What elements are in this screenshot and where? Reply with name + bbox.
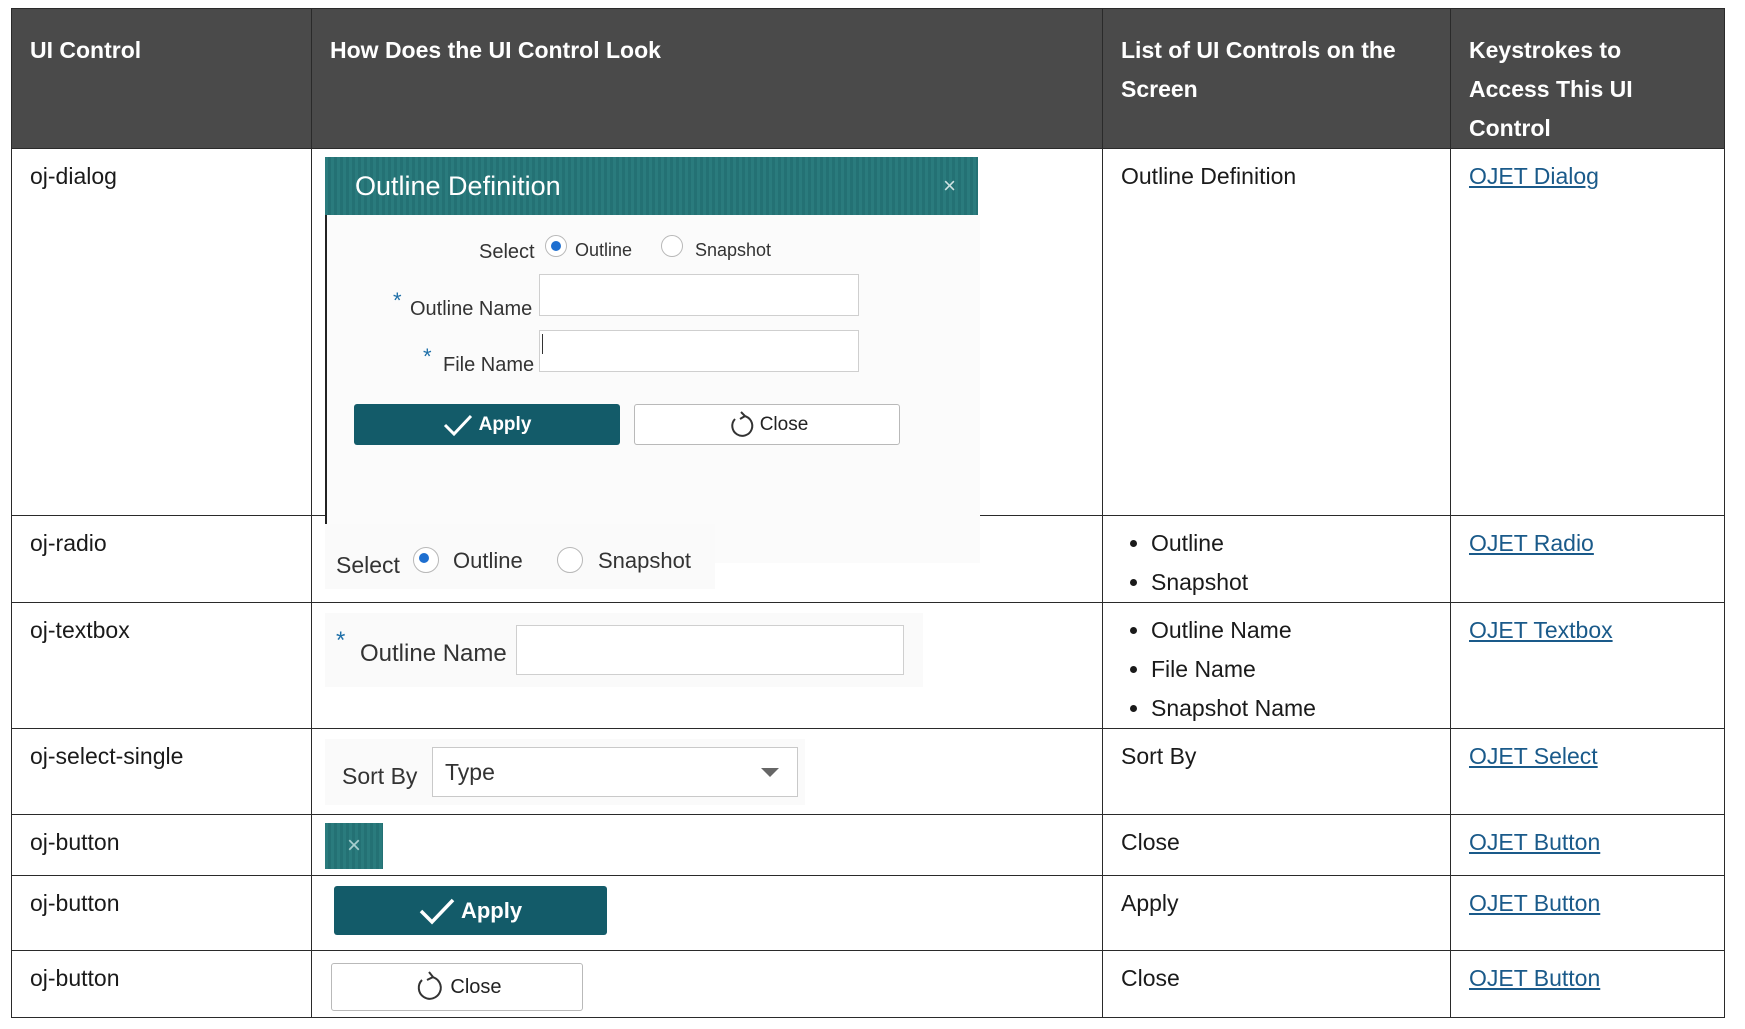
chevron-down-icon	[761, 768, 779, 777]
list-item: Outline Name	[1151, 611, 1432, 650]
table-row: oj-radio Select Outline Snapshot Outline…	[11, 515, 1725, 603]
radio-snapshot-label: Snapshot	[695, 240, 772, 260]
control-list: Outline Snapshot	[1102, 515, 1451, 603]
radio-snapshot[interactable]	[557, 547, 583, 573]
radio-mockup: Select Outline Snapshot	[311, 515, 1103, 603]
check-icon	[443, 414, 472, 436]
table-row: oj-select-single Sort By Type Sort By OJ…	[11, 728, 1725, 815]
outline-name-input[interactable]	[539, 274, 859, 316]
list-items: Outline Snapshot	[1121, 524, 1432, 602]
control-name: oj-radio	[11, 515, 312, 603]
keystroke-link-cell: OJET Select	[1450, 728, 1725, 815]
header-list: List of UI Controls on the Screen	[1102, 8, 1451, 149]
list-item: Outline	[1151, 524, 1432, 563]
table-row: oj-textbox * Outline Name Outline Name F…	[11, 602, 1725, 729]
apply-label: Apply	[460, 898, 523, 923]
close-icon[interactable]: ×	[943, 157, 956, 215]
radio-outline[interactable]	[413, 547, 439, 573]
ojet-radio-link[interactable]: OJET Radio	[1469, 530, 1594, 556]
control-list: Outline Definition	[1102, 148, 1451, 516]
radio-outline[interactable]	[545, 235, 567, 257]
apply-button[interactable]: Apply	[334, 886, 607, 935]
keystroke-link-cell: OJET Button	[1450, 875, 1725, 951]
ojet-button-link[interactable]: OJET Button	[1469, 965, 1600, 991]
header-keystrokes: Keystrokes to Access This UI Control	[1450, 8, 1725, 149]
close-x-button[interactable]: ×	[325, 823, 383, 869]
outline-name-input[interactable]	[516, 625, 904, 675]
keystroke-link-cell: OJET Button	[1450, 950, 1725, 1018]
sort-by-label: Sort By	[342, 763, 418, 789]
refresh-icon	[730, 410, 753, 437]
select-label: Select	[336, 552, 400, 578]
radio-outline-label: Outline	[453, 548, 523, 573]
control-name: oj-button	[11, 814, 312, 876]
ui-controls-table: UI Control How Does the UI Control Look …	[11, 8, 1725, 1018]
radio-snapshot[interactable]	[661, 235, 683, 257]
close-button[interactable]: Close	[634, 404, 900, 445]
sort-by-select[interactable]: Type	[432, 747, 798, 797]
control-list: Outline Name File Name Snapshot Name	[1102, 602, 1451, 729]
close-button[interactable]: Close	[331, 963, 583, 1011]
select-label: Select	[479, 241, 535, 263]
ojet-textbox-link[interactable]: OJET Textbox	[1469, 617, 1613, 643]
table-row: oj-button Apply Apply OJET Button	[11, 875, 1725, 951]
close-x-mockup: ×	[311, 814, 1103, 876]
list-item: File Name	[1151, 650, 1432, 689]
control-list: Close	[1102, 814, 1451, 876]
dialog-body: Select Outline Snapshot * Outline Name *…	[325, 215, 980, 563]
control-list: Sort By	[1102, 728, 1451, 815]
list-item: Snapshot	[1151, 563, 1432, 602]
required-mark: *	[423, 344, 432, 369]
radio-snapshot-label: Snapshot	[598, 548, 691, 573]
list-item: Snapshot Name	[1151, 689, 1432, 728]
textbox-mockup: * Outline Name	[311, 602, 1103, 729]
close-label: Close	[450, 975, 502, 998]
control-name: oj-button	[11, 875, 312, 951]
dialog-title-bar: Outline Definition ×	[325, 157, 978, 215]
ojet-button-link[interactable]: OJET Button	[1469, 890, 1600, 916]
apply-button[interactable]: Apply	[354, 404, 620, 445]
close-icon: ×	[346, 832, 361, 859]
sort-by-value: Type	[445, 759, 495, 785]
outline-name-label: Outline Name	[410, 298, 533, 320]
header-row: UI Control How Does the UI Control Look …	[11, 8, 1725, 149]
table-row: oj-button × Close OJET Button	[11, 814, 1725, 876]
table-row: oj-button Close Close OJET Button	[11, 950, 1725, 1018]
ojet-button-link[interactable]: OJET Button	[1469, 829, 1600, 855]
check-icon	[419, 898, 455, 925]
control-name: oj-textbox	[11, 602, 312, 729]
control-name: oj-button	[11, 950, 312, 1018]
keystroke-link-cell: OJET Textbox	[1450, 602, 1725, 729]
control-list: Close	[1102, 950, 1451, 1018]
file-name-input[interactable]	[539, 330, 859, 372]
close-mockup: Close	[311, 950, 1103, 1018]
keystroke-link-cell: OJET Radio	[1450, 515, 1725, 603]
refresh-icon	[418, 971, 443, 1000]
required-mark: *	[393, 288, 402, 313]
apply-mockup: Apply	[311, 875, 1103, 951]
keystroke-link-cell: OJET Button	[1450, 814, 1725, 876]
header-ui-control: UI Control	[11, 8, 312, 149]
select-mockup: Sort By Type	[311, 728, 1103, 815]
control-name: oj-select-single	[11, 728, 312, 815]
ojet-select-link[interactable]: OJET Select	[1469, 743, 1598, 769]
keystroke-link-cell: OJET Dialog	[1450, 148, 1725, 516]
control-name: oj-dialog	[11, 148, 312, 516]
file-name-label: File Name	[443, 354, 535, 376]
text-cursor	[542, 334, 543, 354]
outline-name-label: Outline Name	[360, 640, 507, 667]
list-items: Outline Name File Name Snapshot Name	[1121, 611, 1432, 728]
required-mark: *	[336, 627, 346, 654]
dialog-title: Outline Definition	[355, 171, 561, 201]
table-row: oj-dialog Outline Definition × Select Ou…	[11, 148, 1725, 563]
header-how-look: How Does the UI Control Look	[311, 8, 1103, 149]
apply-label: Apply	[478, 414, 532, 435]
close-label: Close	[759, 414, 809, 435]
radio-outline-label: Outline	[575, 240, 633, 260]
control-list: Apply	[1102, 875, 1451, 951]
ojet-dialog-link[interactable]: OJET Dialog	[1469, 163, 1599, 189]
dialog-mockup: Outline Definition × Select Outline Snap…	[311, 148, 1103, 563]
